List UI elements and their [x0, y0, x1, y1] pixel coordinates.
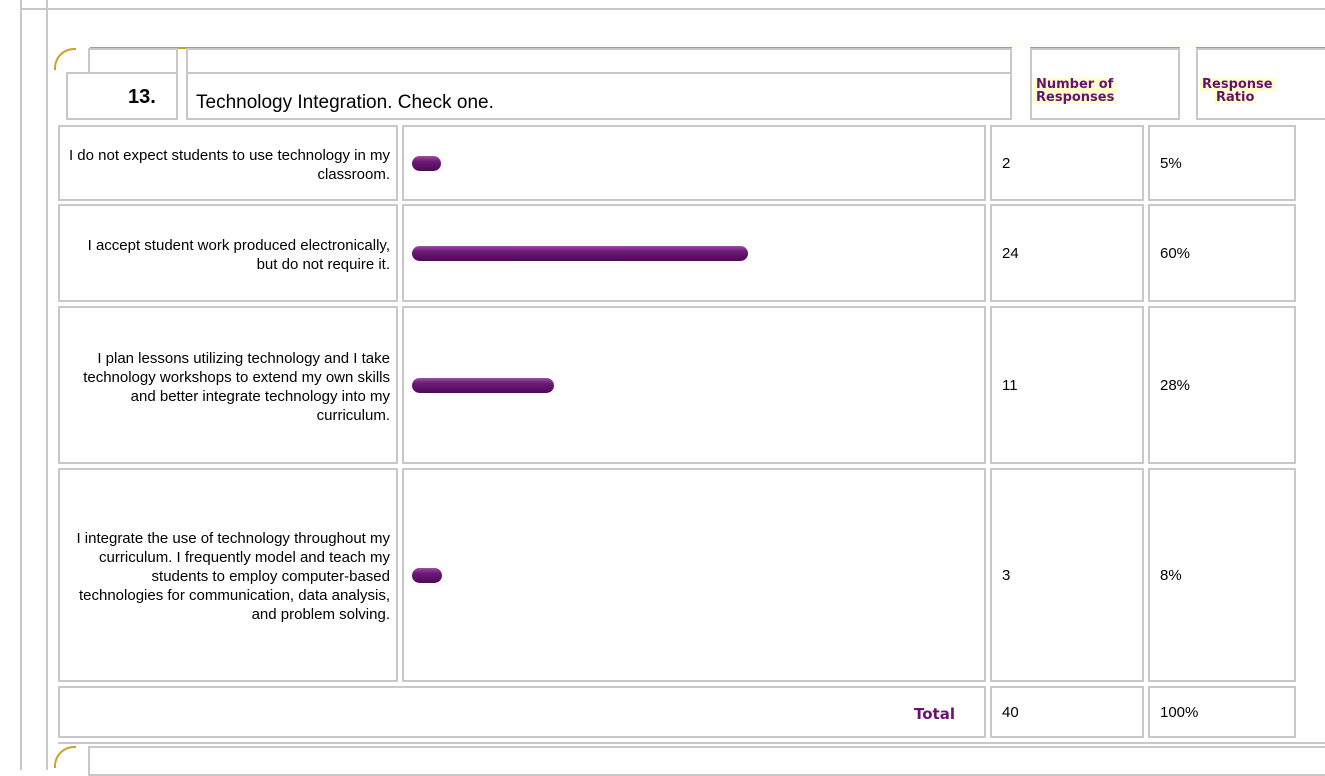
response-bar: [412, 567, 442, 583]
frame-top-line: [20, 8, 1325, 10]
table-row-bar-cell: [402, 125, 986, 201]
header-num-box-top: [88, 48, 178, 74]
footer-box: [88, 746, 1325, 776]
header-responses-line2: Responses: [1034, 90, 1117, 105]
table-row-bar-cell: [402, 204, 986, 302]
header-num-box: [66, 72, 178, 120]
frame-left-line: [20, 0, 22, 770]
question-number: 13.: [128, 86, 156, 108]
total-count: 40: [990, 686, 1144, 738]
footer-corner-ornament: [54, 746, 76, 768]
table-row-bar-cell: [402, 306, 986, 464]
table-row-ratio: 28%: [1148, 306, 1296, 464]
response-bar: [412, 155, 441, 171]
header-ratio-line2: Ratio: [1214, 90, 1257, 105]
response-bar: [412, 245, 748, 261]
total-ratio: 100%: [1148, 686, 1296, 738]
table-row-count: 24: [990, 204, 1144, 302]
table-row-count: 2: [990, 125, 1144, 201]
table-row-label: I accept student work produced electroni…: [58, 204, 398, 302]
response-bar: [412, 377, 554, 393]
table-row-ratio: 8%: [1148, 468, 1296, 682]
table-row-count: 3: [990, 468, 1144, 682]
table-row-bar-cell: [402, 468, 986, 682]
total-label-cell: Total: [58, 686, 986, 738]
header-title-box-top: [186, 48, 1012, 74]
table-row-label: I plan lessons utilizing technology and …: [58, 306, 398, 464]
table-row-label: I do not expect students to use technolo…: [58, 125, 398, 201]
question-text: Technology Integration. Check one.: [196, 92, 494, 113]
table-row-ratio: 5%: [1148, 125, 1296, 201]
table-row-count: 11: [990, 306, 1144, 464]
footer-line: [58, 742, 1325, 744]
total-label: Total: [914, 705, 955, 723]
frame-left-line-inner: [46, 0, 48, 770]
header-corner-ornament: [54, 48, 76, 70]
table-row-label: I integrate the use of technology throug…: [58, 468, 398, 682]
table-row-ratio: 60%: [1148, 204, 1296, 302]
